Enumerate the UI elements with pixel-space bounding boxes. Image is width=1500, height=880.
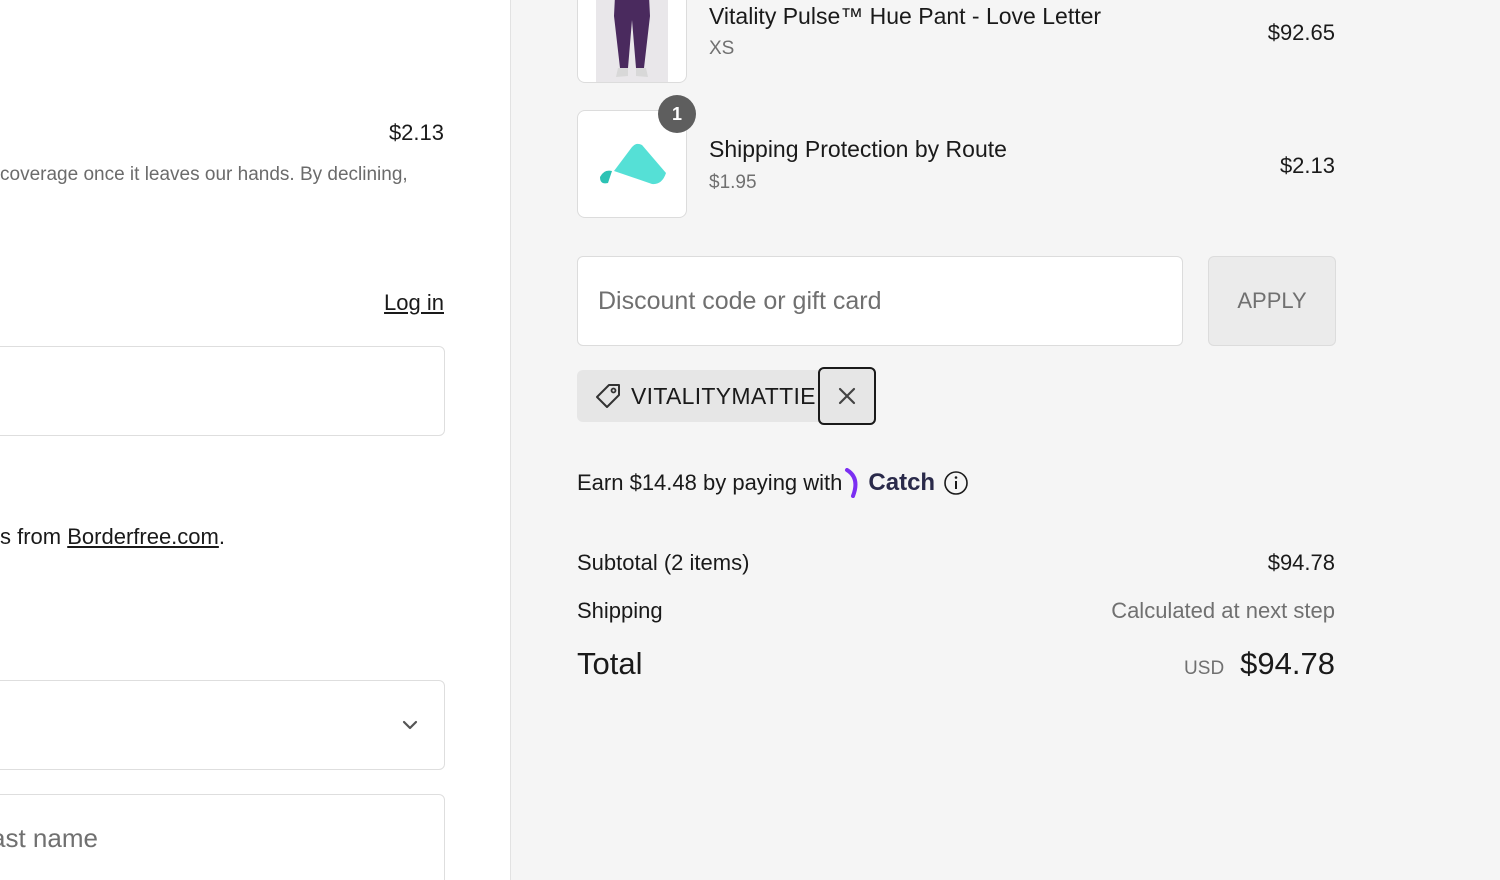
currency-code: USD [1184, 658, 1225, 679]
item-price: $2.13 [1279, 153, 1335, 178]
borderfree-link[interactable]: Borderfree.com [67, 524, 219, 549]
borderfree-prefix: s from [0, 524, 68, 549]
cart-line-item: 1 Shipping Protection by Route $1.95 $2.… [577, 95, 1335, 220]
purple-leggings-image [596, 0, 668, 82]
shipping-value: Calculated at next step [1111, 598, 1335, 623]
remove-discount-button[interactable] [817, 367, 876, 425]
subtotal-label: Subtotal (2 items) [577, 550, 750, 575]
catch-logo: Catch [844, 468, 935, 498]
item-price: $92.65 [1267, 20, 1335, 45]
product-thumbnail [577, 0, 687, 83]
apply-discount-button[interactable]: APPLY [1208, 256, 1336, 346]
applied-discount-chip: VITALITYMATTIE [577, 367, 876, 425]
route-protection-description: coverage once it leaves our hands. By de… [0, 164, 408, 185]
item-name: Shipping Protection by Route [709, 136, 1007, 162]
contact-email-input[interactable] [0, 346, 445, 436]
subtotal-row: Subtotal (2 items) $94.78 [577, 550, 1335, 576]
tag-icon [596, 384, 620, 408]
product-thumbnail: 1 [577, 95, 696, 218]
chevron-down-icon [402, 720, 418, 730]
route-protection-price: $2.13 [388, 120, 444, 145]
subtotal-value: $94.78 [1267, 550, 1335, 575]
total-label: Total [577, 646, 643, 681]
borderfree-notice: s from Borderfree.com. [0, 524, 225, 550]
cart-line-item: Vitality Pulse™ Hue Pant - Love Letter X… [577, 0, 1335, 85]
checkout-form-panel: $2.13 coverage once it leaves our hands.… [0, 0, 510, 880]
quantity-badge: 1 [658, 95, 696, 133]
shipping-label: Shipping [577, 598, 663, 623]
borderfree-suffix: . [218, 524, 225, 549]
applied-discount-code: VITALITYMATTIE [631, 382, 816, 409]
login-link[interactable]: Log in [384, 290, 444, 316]
catch-promo-text: Earn $14.48 by paying with [577, 470, 843, 495]
item-unit-price: $1.95 [709, 172, 757, 193]
catch-swoosh-icon [845, 468, 858, 498]
total-row: Total USD $94.78 [577, 646, 1335, 682]
item-name: Vitality Pulse™ Hue Pant - Love Letter [709, 3, 1102, 29]
close-icon [838, 387, 855, 405]
last-name-input[interactable]: ast name [0, 794, 445, 880]
shipping-row: Shipping Calculated at next step [577, 598, 1335, 624]
total-value: $94.78 [1240, 646, 1335, 681]
info-icon[interactable] [943, 470, 969, 496]
last-name-placeholder: ast name [0, 823, 98, 853]
discount-code-input[interactable]: Discount code or gift card [577, 256, 1183, 346]
item-variant: XS [709, 38, 735, 59]
order-summary-panel: Vitality Pulse™ Hue Pant - Love Letter X… [510, 0, 1500, 880]
country-select[interactable] [0, 680, 445, 770]
catch-brand: Catch [868, 469, 936, 496]
total-value-group: USD $94.78 [1184, 646, 1335, 682]
catch-promo: Earn $14.48 by paying with Catch [577, 468, 969, 498]
